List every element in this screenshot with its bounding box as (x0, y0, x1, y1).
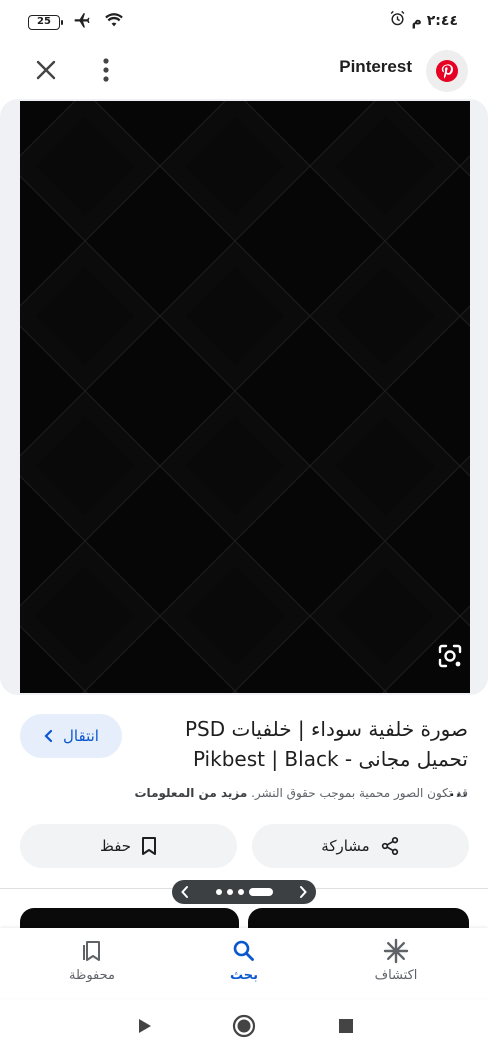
wifi-icon (104, 12, 124, 32)
pager-dot (226, 889, 233, 895)
pinterest-logo-icon (436, 60, 458, 82)
status-bar: 25 ٢:٤٤ م (0, 0, 488, 40)
clock-time: ٢:٤٤ م (411, 12, 458, 29)
asterisk-icon (383, 938, 409, 964)
visit-label: انتقال (63, 727, 99, 745)
carousel-pager (172, 880, 316, 904)
battery-level: 25 (37, 15, 51, 27)
close-icon (36, 60, 56, 80)
home-button[interactable] (232, 1014, 256, 1042)
nav-item-search[interactable]: بحث (194, 938, 294, 983)
back-button[interactable] (134, 1016, 154, 1040)
back-triangle-icon (139, 1019, 151, 1033)
pager-dot-active (248, 888, 273, 896)
more-options-button[interactable] (94, 54, 118, 86)
chevron-left-icon (44, 729, 53, 743)
nav-discover-label: اكتشاف (374, 968, 418, 983)
status-icons: 25 (28, 11, 124, 33)
system-navigation-bar (0, 1000, 488, 1056)
visit-button[interactable]: انتقال (20, 714, 122, 758)
close-button[interactable] (30, 54, 62, 86)
site-name[interactable]: Pinterest (339, 57, 412, 77)
bookmark-icon (142, 837, 157, 855)
nav-saved-label: محفوظة (69, 968, 115, 983)
site-logo[interactable] (426, 50, 468, 92)
copyright-notice: قد تكون الصور محمية بموجب حقوق النشر. مز… (135, 786, 469, 800)
chevron-right-icon[interactable] (298, 885, 308, 899)
chevron-left-icon[interactable] (180, 885, 190, 899)
lens-icon (438, 644, 462, 668)
alarm-icon (389, 10, 406, 31)
nav-item-saved[interactable]: محفوظة (42, 938, 142, 983)
share-button[interactable]: مشاركة (252, 824, 469, 868)
result-title-line1: صورة خلفية سوداء | خلفيات PSD (184, 717, 468, 741)
top-app-bar: Pinterest (0, 42, 488, 94)
recents-button[interactable] (338, 1018, 354, 1038)
pager-dot (215, 889, 222, 895)
result-image[interactable] (20, 101, 470, 693)
copyright-text: قد تكون الصور محمية بموجب حقوق النشر. (251, 786, 468, 800)
pager-dots (215, 888, 273, 896)
more-vert-icon (103, 58, 109, 82)
collections-icon (83, 941, 100, 961)
image-preview-container (0, 99, 488, 695)
share-label: مشاركة (321, 837, 370, 855)
save-button[interactable]: حفظ (20, 824, 237, 868)
google-lens-button[interactable] (432, 638, 468, 674)
share-icon (381, 837, 398, 856)
nav-search-label: بحث (230, 968, 259, 983)
search-icon (233, 940, 254, 961)
learn-more-link[interactable]: مزيد من المعلومات (135, 786, 248, 800)
pager-dot (237, 889, 244, 895)
battery-icon: 25 (28, 14, 63, 30)
home-circle-icon (232, 1014, 256, 1038)
save-label: حفظ (99, 837, 132, 855)
status-time-area: ٢:٤٤ م (389, 10, 458, 31)
nav-item-discover[interactable]: اكتشاف (346, 938, 446, 983)
airplane-mode-icon (72, 11, 92, 33)
bottom-navigation: محفوظة بحث اكتشاف (0, 928, 488, 998)
recents-square-icon (339, 1019, 353, 1033)
